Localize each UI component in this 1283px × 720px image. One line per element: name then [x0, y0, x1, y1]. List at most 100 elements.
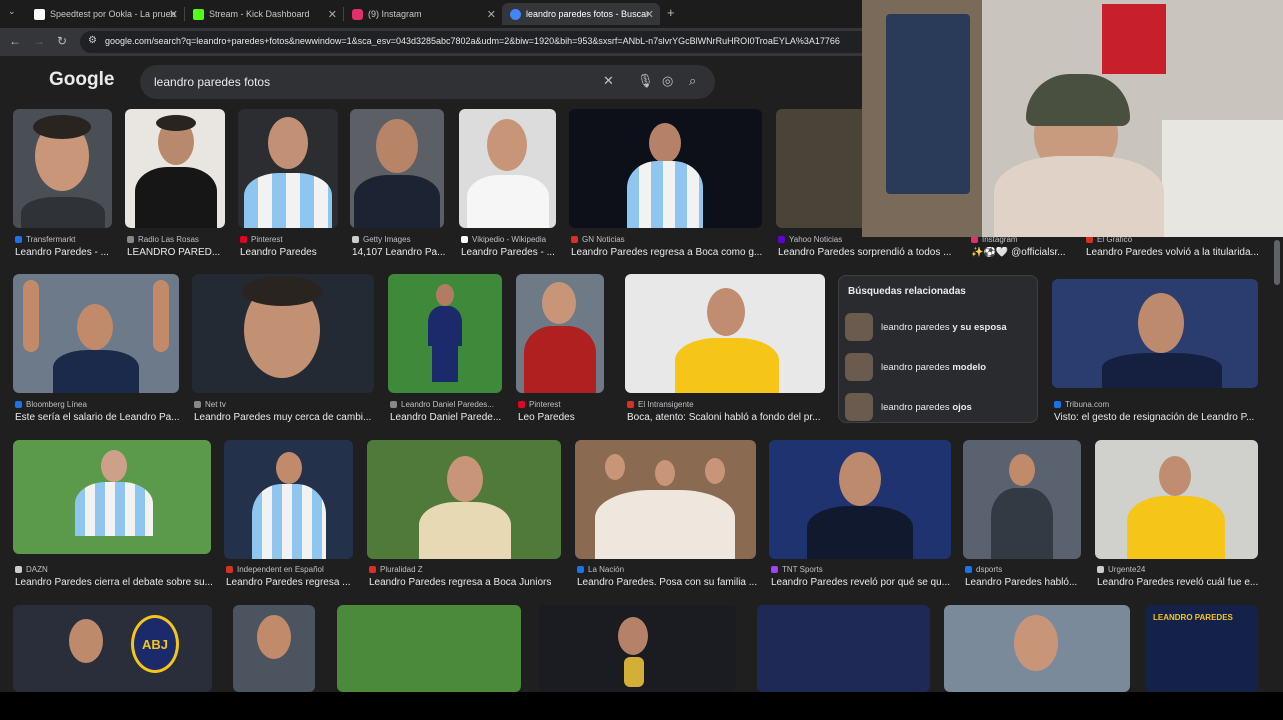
result-caption[interactable]: Leandro Paredes habló...: [965, 577, 1083, 588]
image-result[interactable]: Getty Images 14,107 Leandro Pa...: [350, 109, 446, 259]
result-thumbnail[interactable]: [1095, 440, 1258, 559]
tab-list-icon[interactable]: ⌄: [8, 6, 16, 17]
image-result[interactable]: Independent en Español Leandro Paredes r…: [224, 440, 353, 590]
microphone-icon[interactable]: 🎙: [637, 73, 654, 89]
image-result[interactable]: Tribuna.com Visto: el gesto de resignaci…: [1052, 279, 1258, 424]
address-bar[interactable]: ⚙ google.com/search?q=leandro+paredes+fo…: [80, 31, 880, 53]
result-thumbnail[interactable]: [538, 605, 736, 692]
result-source[interactable]: Transfermarkt: [15, 235, 76, 244]
result-source[interactable]: Pinterest: [240, 235, 283, 244]
image-result[interactable]: [757, 605, 930, 692]
result-caption[interactable]: Leandro Paredes cierra el debate sobre s…: [15, 577, 213, 588]
result-thumbnail[interactable]: [13, 274, 179, 393]
result-thumbnail[interactable]: ABJ: [13, 605, 212, 692]
image-result[interactable]: Pinterest Leo Paredes: [516, 274, 604, 424]
result-caption[interactable]: Leandro Paredes reveló por qué se qu...: [771, 577, 953, 588]
result-source[interactable]: Yahoo Noticias: [778, 235, 842, 244]
image-result[interactable]: [233, 605, 315, 692]
result-thumbnail[interactable]: [769, 440, 951, 559]
result-thumbnail[interactable]: [1052, 279, 1258, 388]
scrollbar-thumb[interactable]: [1274, 240, 1280, 285]
forward-arrow-icon[interactable]: →: [33, 34, 45, 48]
result-thumbnail[interactable]: [367, 440, 561, 559]
google-logo[interactable]: Google: [49, 69, 114, 91]
result-thumbnail[interactable]: LEANDRO PAREDES: [1145, 605, 1258, 692]
image-result[interactable]: Urgente24 Leandro Paredes reveló cuál fu…: [1095, 440, 1258, 590]
result-caption[interactable]: Leandro Daniel Parede...: [390, 412, 504, 423]
result-thumbnail[interactable]: [569, 109, 762, 228]
related-search-item[interactable]: leandro paredes y su esposa: [845, 310, 1033, 344]
result-thumbnail[interactable]: [238, 109, 338, 228]
result-source[interactable]: Pluralidad Z: [369, 565, 423, 574]
related-search-item[interactable]: leandro paredes modelo: [845, 350, 1033, 384]
result-caption[interactable]: Leandro Paredes. Posa con su familia ...: [577, 577, 758, 588]
close-icon[interactable]: ✕: [645, 8, 654, 21]
image-result[interactable]: Pinterest Leandro Paredes: [238, 109, 338, 259]
result-thumbnail[interactable]: [224, 440, 353, 559]
image-result[interactable]: GN Noticias Leandro Paredes regresa a Bo…: [569, 109, 762, 259]
result-source[interactable]: Pinterest: [518, 400, 561, 409]
related-search-item[interactable]: leandro paredes ojos: [845, 390, 1033, 424]
tab-instagram[interactable]: (9) Instagram ✕: [344, 3, 502, 25]
tab-google-search[interactable]: leandro paredes fotos - Buscar ✕: [502, 3, 660, 25]
result-caption[interactable]: Leandro Paredes sorprendió a todos ...: [778, 247, 960, 258]
result-thumbnail[interactable]: [963, 440, 1081, 559]
back-arrow-icon[interactable]: ←: [9, 34, 21, 48]
result-source[interactable]: Tribuna.com: [1054, 400, 1109, 409]
result-thumbnail[interactable]: [625, 274, 825, 393]
result-source[interactable]: DAZN: [15, 565, 48, 574]
result-source[interactable]: Radio Las Rosas: [127, 235, 199, 244]
lens-icon[interactable]: ◎: [662, 73, 673, 89]
result-thumbnail[interactable]: [516, 274, 604, 393]
result-thumbnail[interactable]: [13, 440, 211, 554]
result-caption[interactable]: Leandro Paredes volvió a la titularida..…: [1086, 247, 1260, 258]
result-caption[interactable]: Leandro Paredes regresa ...: [226, 577, 355, 588]
result-thumbnail[interactable]: [388, 274, 502, 393]
result-source[interactable]: El Intransigente: [627, 400, 694, 409]
result-thumbnail[interactable]: [13, 109, 112, 228]
result-thumbnail[interactable]: [350, 109, 444, 228]
image-result[interactable]: Transfermarkt Leandro Paredes - ...: [13, 109, 112, 259]
search-box[interactable]: leandro paredes fotos ✕ 🎙 ◎ ⌕: [140, 65, 715, 99]
image-result[interactable]: TNT Sports Leandro Paredes reveló por qu…: [769, 440, 951, 590]
image-result[interactable]: Vikipedio - Wikipedia Leandro Paredes - …: [459, 109, 556, 259]
result-caption[interactable]: Leandro Paredes muy cerca de cambi...: [194, 412, 376, 423]
close-icon[interactable]: ✕: [487, 8, 496, 21]
result-caption[interactable]: Leandro Paredes reveló cuál fue e...: [1097, 577, 1260, 588]
result-source[interactable]: Getty Images: [352, 235, 411, 244]
search-query[interactable]: leandro paredes fotos: [154, 75, 270, 89]
image-result[interactable]: La Nación Leandro Paredes. Posa con su f…: [575, 440, 758, 590]
image-result[interactable]: [337, 605, 521, 692]
image-result[interactable]: [538, 605, 736, 692]
result-caption[interactable]: Leandro Paredes: [240, 247, 340, 258]
close-icon[interactable]: ✕: [328, 8, 337, 21]
image-result[interactable]: Bloomberg Línea Este sería el salario de…: [13, 274, 181, 424]
result-thumbnail[interactable]: [757, 605, 930, 692]
result-source[interactable]: Urgente24: [1097, 565, 1145, 574]
result-thumbnail[interactable]: [575, 440, 756, 559]
result-thumbnail[interactable]: [125, 109, 225, 228]
search-icon[interactable]: ⌕: [689, 73, 696, 89]
result-caption[interactable]: Leandro Paredes - ...: [461, 247, 558, 258]
result-source[interactable]: GN Noticias: [571, 235, 625, 244]
result-caption[interactable]: ✨⚽️🤍 @officialsr...: [971, 247, 1075, 258]
image-result[interactable]: Leandro Daniel Paredes... Leandro Daniel…: [388, 274, 502, 424]
result-source[interactable]: dsports: [965, 565, 1002, 574]
result-caption[interactable]: Este sería el salario de Leandro Pa...: [15, 412, 181, 423]
result-caption[interactable]: 14,107 Leandro Pa...: [352, 247, 446, 258]
result-source[interactable]: Independent en Español: [226, 565, 324, 574]
image-result[interactable]: El Intransigente Boca, atento: Scaloni h…: [625, 274, 825, 424]
result-caption[interactable]: LEANDRO PARED...: [127, 247, 227, 258]
result-thumbnail[interactable]: [337, 605, 521, 692]
result-caption[interactable]: Leo Paredes: [518, 412, 606, 423]
image-result[interactable]: Net tv Leandro Paredes muy cerca de camb…: [192, 274, 374, 424]
image-result[interactable]: [944, 605, 1130, 692]
tab-speedtest[interactable]: Speedtest por Ookla - La prueb ✕: [26, 3, 184, 25]
result-caption[interactable]: Boca, atento: Scaloni habló a fondo del …: [627, 412, 827, 423]
image-result[interactable]: ABJ: [13, 605, 212, 692]
image-result[interactable]: DAZN Leandro Paredes cierra el debate so…: [13, 440, 213, 590]
tab-kick-dashboard[interactable]: Stream - Kick Dashboard ✕: [185, 3, 343, 25]
result-source[interactable]: Vikipedio - Wikipedia: [461, 235, 546, 244]
new-tab-plus-icon[interactable]: +: [667, 5, 675, 20]
image-result[interactable]: LEANDRO PAREDES: [1145, 605, 1258, 692]
